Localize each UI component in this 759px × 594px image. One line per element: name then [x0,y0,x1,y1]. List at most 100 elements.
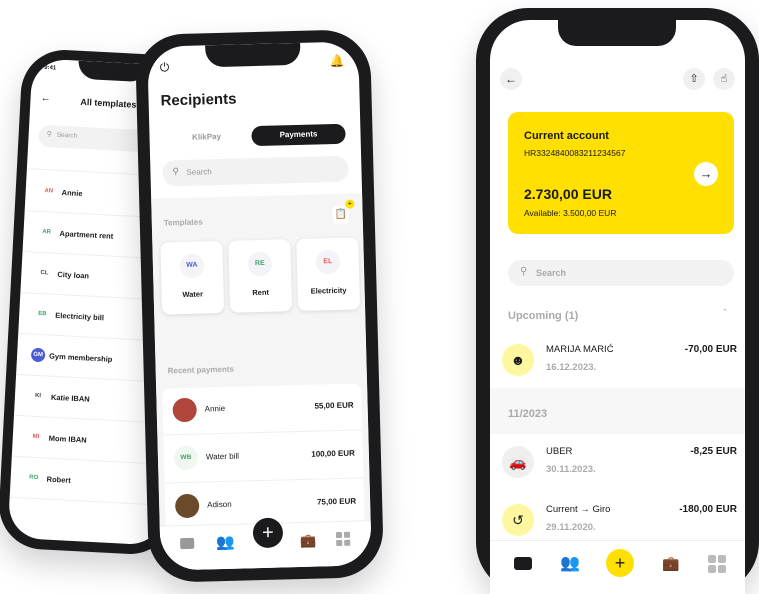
account-name: Current account [524,130,609,142]
search-placeholder: Search [536,268,567,278]
bell-icon[interactable]: 🔔 [329,54,344,68]
clipboard-icon[interactable]: 📋 [332,205,349,225]
transaction-name: Current → Giro [546,504,611,515]
search-input[interactable]: ⚲ Search [508,260,734,286]
recipients-icon[interactable]: 👥 [216,533,235,551]
template-card[interactable]: WA Water [160,240,225,315]
template-name: Katie IBAN [50,392,90,404]
phone-screen: ← ⇧ ☝ Current account HR3324840083211234… [490,20,745,594]
bottom-nav: 👥 + 💼 [159,517,372,571]
template-card[interactable]: EL Electricity [296,237,361,311]
grid-icon[interactable] [708,555,726,573]
payment-amount: 75,00 EUR [316,496,357,507]
template-name: Robert [46,474,72,485]
transaction-name: UBER [546,446,573,457]
template-name: Water [182,289,204,300]
avatar-badge: WB [173,445,199,471]
status-time: 9:41 [44,64,57,72]
search-icon: ⚲ [520,266,528,277]
transaction-date: 30.11.2023. [546,464,596,475]
add-button[interactable]: + [252,517,284,549]
search-icon: ⚲ [46,131,53,139]
payment-amount: 100,00 EUR [311,448,355,459]
back-arrow-icon[interactable]: ← [40,93,51,105]
template-name: Electricity [310,285,347,296]
transaction-row[interactable]: 🚗 UBER 30.11.2023. -8,25 EUR [490,440,745,496]
back-arrow-icon[interactable]: ← [500,68,522,90]
template-card[interactable]: RE Rent [228,239,293,313]
search-input[interactable]: ⚲ Search [162,155,349,187]
template-badge: MI [32,433,40,441]
grid-icon[interactable] [335,531,351,547]
recipients-icon[interactable]: 👥 [560,553,580,573]
car-icon: 🚗 [502,446,534,478]
bottom-nav: 👥 + 💼 [490,540,745,594]
template-badge: GM [30,347,46,363]
add-button[interactable]: + [606,549,634,577]
phone-notch [558,20,676,46]
payment-amount: 55,00 EUR [314,400,354,411]
payment-name: Annie [204,403,226,414]
template-name: Annie [61,187,83,198]
template-badge: RO [29,474,39,482]
template-cards: WA Water RE Rent EL Electricity [151,193,362,315]
briefcase-icon[interactable]: 💼 [662,555,679,572]
chevron-up-icon[interactable]: ˆ [723,308,727,320]
tab-klikpay[interactable]: KlikPay [161,126,251,148]
add-badge-icon[interactable]: + [345,199,355,209]
template-badge: RE [247,251,273,277]
page-title: Recipients [160,90,237,110]
template-name: Rent [252,287,270,298]
transaction-date: 16.12.2023. [546,362,597,373]
month-label: 11/2023 [508,408,548,420]
phone-account: ← ⇧ ☝ Current account HR3324840083211234… [476,8,759,594]
month-divider: 11/2023 [490,388,745,434]
avatar [174,493,200,519]
payment-name: Adison [207,499,232,510]
search-icon: ⚲ [172,166,180,177]
share-icon[interactable]: ⇧ [683,68,705,90]
search-placeholder: Search [56,131,78,140]
power-icon[interactable]: ⏻ [160,60,170,75]
template-name: Electricity bill [55,310,105,322]
content-area: Templates 📋 + WA Water RE Rent EL Electricity… [151,193,372,571]
tab-payments[interactable]: Payments [251,123,346,147]
template-row[interactable]: RO Robert [9,456,167,506]
payment-name: Water bill [205,451,240,462]
page-title: All templates [80,96,137,110]
briefcase-icon[interactable]: 💼 [300,533,317,549]
touch-icon[interactable]: ☝ [713,68,735,90]
template-name: Mom IBAN [48,433,87,445]
template-name: Gym membership [48,351,113,364]
account-card[interactable]: Current account HR3324840083211234567 → … [508,112,734,234]
template-badge: EL [315,249,341,275]
transfer-icon: ↺ [502,504,534,536]
wallet-icon[interactable] [180,537,195,550]
phone-notch [205,42,301,68]
template-name: Apartment rent [59,228,114,241]
template-badge: KI [34,392,42,400]
transaction-amount: -8,25 EUR [690,446,737,457]
account-iban: HR3324840083211234567 [524,148,626,158]
transaction-row[interactable]: ☻ MARIJA MARIĆ 16.12.2023. -70,00 EUR [490,338,745,394]
template-badge: CL [40,269,49,277]
template-name: City loan [57,269,90,281]
template-badge: WA [179,253,205,279]
templates-label: Templates [163,217,203,228]
recent-payments-list: Annie 55,00 EUR WB Water bill 100,00 EUR Adis… [162,383,365,539]
payment-row[interactable]: Annie 55,00 EUR [162,383,363,436]
transaction-date: 29.11.2020. [546,522,596,533]
person-icon: ☻ [502,344,534,376]
account-balance: 2.730,00 EUR [524,186,612,202]
recent-payments-label: Recent payments [167,364,235,376]
phone-recipients: ⏻ 🔔 Recipients KlikPay Payments ⚲ Search… [134,29,385,583]
transaction-amount: -180,00 EUR [679,504,737,515]
payment-row[interactable]: WB Water bill 100,00 EUR [163,431,364,484]
upcoming-label: Upcoming (1) [508,310,579,322]
transaction-amount: -70,00 EUR [684,344,737,355]
template-badge: EB [37,310,47,318]
search-placeholder: Search [186,167,212,177]
wallet-icon[interactable] [514,557,532,570]
avatar [172,397,198,423]
arrow-right-icon[interactable]: → [694,162,718,186]
